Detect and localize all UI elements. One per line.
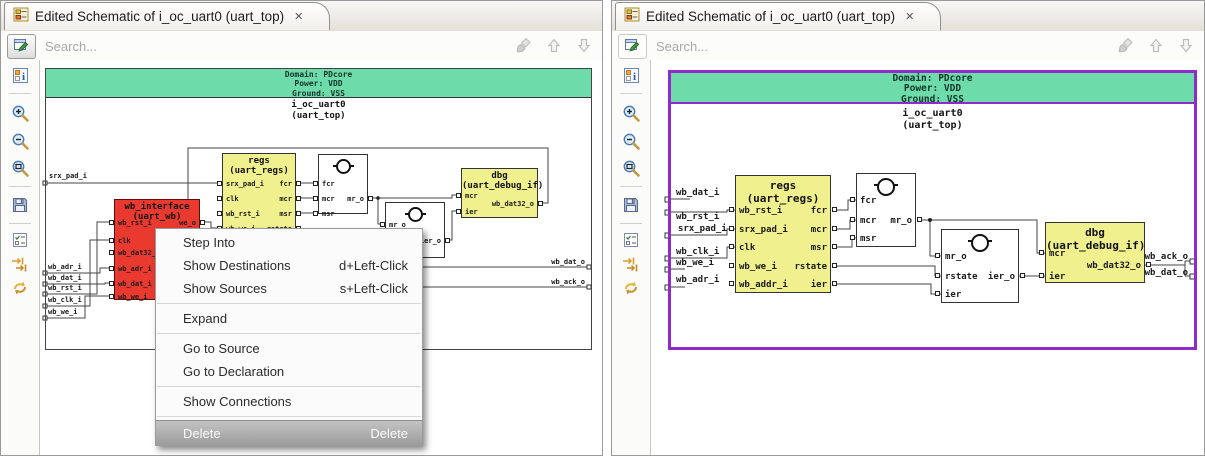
pin[interactable]: mr_o xyxy=(890,216,922,226)
port-label[interactable]: wb_dat_i xyxy=(676,188,719,198)
pin[interactable]: ier xyxy=(811,280,838,290)
pin[interactable]: msr xyxy=(811,243,838,253)
menu-item-expand[interactable]: Expand xyxy=(156,307,422,330)
pin[interactable]: mcr xyxy=(849,216,876,226)
pin[interactable]: fcr xyxy=(811,206,838,216)
pin[interactable]: rstate xyxy=(794,262,837,272)
pin[interactable]: mcr xyxy=(811,225,838,235)
menu-separator xyxy=(157,303,421,304)
menu-item-delete-highlighted[interactable]: Delete Delete xyxy=(156,420,422,445)
block-logic-gate[interactable]: fcr mcr msr mr_o xyxy=(849,173,922,247)
port-label[interactable]: wb_clk_i xyxy=(676,247,719,257)
menu-separator xyxy=(157,416,421,417)
menu-item-show-destinations[interactable]: Show Destinations d+Left-Click xyxy=(156,254,422,277)
port-label[interactable]: wb_we_i xyxy=(676,258,714,268)
pin[interactable]: ier xyxy=(1038,272,1065,282)
pin[interactable]: clk xyxy=(728,243,755,253)
context-menu: Step Into Show Destinations d+Left-Click… xyxy=(155,228,423,446)
block-regs[interactable]: regs (uart_regs) wb_rst_i srx_pad_i clk … xyxy=(728,175,838,293)
pin[interactable]: srx_pad_i xyxy=(729,225,788,235)
menu-item-go-to-source[interactable]: Go to Source xyxy=(156,337,422,360)
power-domain-header: Domain: PDcore Power: VDD Ground: VSS xyxy=(671,73,1194,104)
pin[interactable]: msr xyxy=(849,234,876,244)
instance-label: i_oc_uart0 (uart_top) xyxy=(902,108,963,131)
menu-item-step-into[interactable]: Step Into xyxy=(156,231,422,254)
pin[interactable]: mcr xyxy=(1038,249,1065,259)
menu-item-show-sources[interactable]: Show Sources s+Left-Click xyxy=(156,277,422,300)
pin[interactable]: rstate xyxy=(935,272,978,282)
port-label[interactable]: wb_rst_i xyxy=(676,212,719,222)
menu-separator xyxy=(157,386,421,387)
gate-symbol-icon xyxy=(968,234,992,252)
port-label[interactable]: wb_adr_i xyxy=(676,275,719,285)
port-label[interactable]: srx_pad_i xyxy=(678,224,727,234)
block-logic-gate[interactable]: mr_o rstate ier ier_o xyxy=(934,229,1026,303)
pin[interactable]: ier xyxy=(934,290,961,300)
pin[interactable]: wb_we_i xyxy=(729,262,777,272)
pin[interactable]: fcr xyxy=(849,196,876,206)
menu-item-show-connections[interactable]: Show Connections xyxy=(156,390,422,413)
menu-separator xyxy=(157,333,421,334)
gate-symbol-icon xyxy=(874,178,898,196)
block-dbg[interactable]: dbg (uart_debug_if) mcr ier wb_dat32_o xyxy=(1038,222,1152,283)
pin[interactable]: mr_o xyxy=(935,252,967,262)
pin[interactable]: wb_dat32_o xyxy=(1087,261,1152,271)
pin[interactable]: ier_o xyxy=(988,272,1026,282)
pin[interactable]: wb_rst_i xyxy=(728,206,782,216)
pin[interactable]: wb_addr_i xyxy=(729,280,788,290)
menu-item-go-to-declaration[interactable]: Go to Declaration xyxy=(156,360,422,383)
